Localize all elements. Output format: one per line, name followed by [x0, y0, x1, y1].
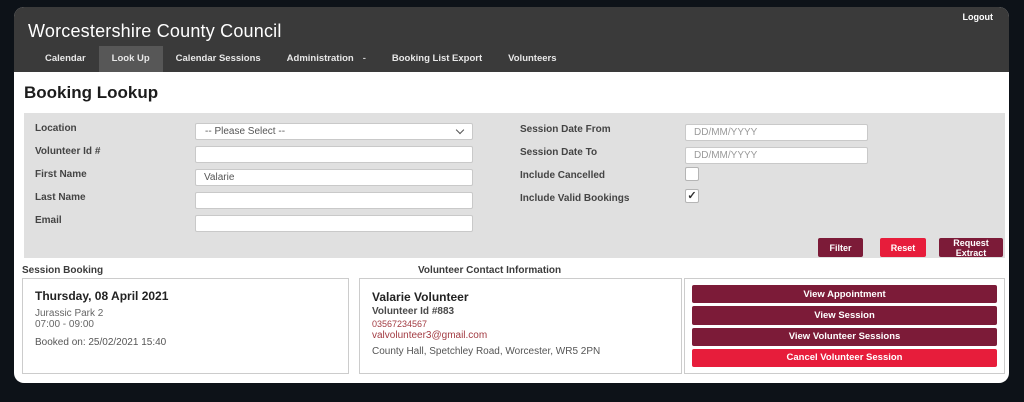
- app-title: Worcestershire County Council: [28, 21, 282, 41]
- view-session-button[interactable]: View Session: [692, 306, 997, 325]
- app-header: Logout Worcestershire County Council Cal…: [14, 7, 1009, 72]
- session-date-to-label: Session Date To: [520, 147, 598, 158]
- chevron-down-icon: [455, 125, 465, 135]
- email-input[interactable]: [195, 215, 473, 232]
- volunteer-id-input[interactable]: [195, 146, 473, 163]
- nav-tab-calendar-sessions[interactable]: Calendar Sessions: [163, 46, 274, 72]
- screen-background: { "window": { "title": "Worcestershire C…: [0, 0, 1024, 402]
- include-valid-bookings-checkbox[interactable]: ✓: [685, 189, 699, 203]
- volunteer-address: County Hall, Spetchley Road, Worcester, …: [372, 346, 601, 357]
- dropdown-caret-icon: -: [362, 53, 366, 64]
- booking-booked-on: Booked on: 25/02/2021 15:40: [35, 337, 167, 348]
- volunteer-contact-section-label: Volunteer Contact Information: [418, 265, 562, 276]
- session-date-to-input[interactable]: [685, 147, 868, 164]
- session-date-from-label: Session Date From: [520, 124, 611, 135]
- volunteer-phone-link[interactable]: 03567234567: [372, 319, 427, 329]
- nav-tab-booking-list-export[interactable]: Booking List Export: [379, 46, 495, 72]
- volunteer-name: Valarie Volunteer: [372, 290, 469, 304]
- location-label: Location: [35, 123, 77, 134]
- booking-date: Thursday, 08 April 2021: [35, 289, 169, 303]
- nav-tab-look-up[interactable]: Look Up: [98, 46, 163, 72]
- location-selected-value: -- Please Select --: [205, 126, 286, 137]
- last-name-label: Last Name: [35, 192, 86, 203]
- booking-venue: Jurassic Park 2: [35, 308, 104, 319]
- include-valid-bookings-label: Include Valid Bookings: [520, 193, 630, 204]
- reset-button[interactable]: Reset: [880, 238, 926, 257]
- booking-time: 07:00 - 09:00: [35, 319, 94, 330]
- request-extract-button[interactable]: Request Extract: [939, 238, 1003, 258]
- session-date-from-input[interactable]: [685, 124, 868, 141]
- volunteer-email-link[interactable]: valvolunteer3@gmail.com: [372, 330, 487, 341]
- last-name-input[interactable]: [195, 192, 473, 209]
- nav-tab-calendar[interactable]: Calendar: [32, 46, 99, 72]
- nav-tab-label: Calendar: [45, 53, 86, 64]
- nav-tab-label: Administration: [286, 53, 354, 64]
- include-cancelled-label: Include Cancelled: [520, 170, 606, 181]
- nav-tab-label: Booking List Export: [391, 53, 483, 64]
- volunteer-contact-card: Valarie Volunteer Volunteer Id #883 0356…: [359, 278, 682, 374]
- filter-button[interactable]: Filter: [818, 238, 863, 257]
- booking-actions-panel: View Appointment View Session View Volunte…: [684, 278, 1005, 374]
- nav-tab-volunteers[interactable]: Volunteers: [495, 46, 569, 72]
- view-volunteer-sessions-button[interactable]: View Volunteer Sessions: [692, 327, 997, 346]
- logout-link[interactable]: Logout: [963, 12, 994, 22]
- nav-tab-administration[interactable]: Administration -: [274, 46, 379, 72]
- session-booking-section-label: Session Booking: [22, 265, 104, 276]
- nav-tab-label: Look Up: [111, 53, 150, 64]
- nav-tab-label: Calendar Sessions: [175, 53, 261, 64]
- volunteer-id-label: Volunteer Id #: [35, 146, 101, 157]
- include-cancelled-checkbox[interactable]: [685, 167, 699, 181]
- session-booking-card: Thursday, 08 April 2021 Jurassic Park 2 …: [22, 278, 349, 374]
- nav-tabs: Calendar Look Up Calendar Sessions Administ…: [32, 46, 570, 72]
- filter-panel: Location -- Please Select -- Volunteer I…: [24, 113, 1005, 258]
- email-label: Email: [35, 215, 62, 226]
- first-name-input[interactable]: [195, 169, 473, 186]
- view-appointment-button[interactable]: View Appointment: [692, 285, 997, 304]
- location-select[interactable]: -- Please Select --: [195, 123, 473, 140]
- first-name-label: First Name: [35, 169, 87, 180]
- nav-tab-label: Volunteers: [508, 53, 557, 64]
- volunteer-id: Volunteer Id #883: [372, 306, 455, 317]
- page-title: Booking Lookup: [24, 83, 159, 102]
- cancel-volunteer-session-button[interactable]: Cancel Volunteer Session: [692, 348, 997, 367]
- app-window: Logout Worcestershire County Council Cal…: [14, 7, 1009, 383]
